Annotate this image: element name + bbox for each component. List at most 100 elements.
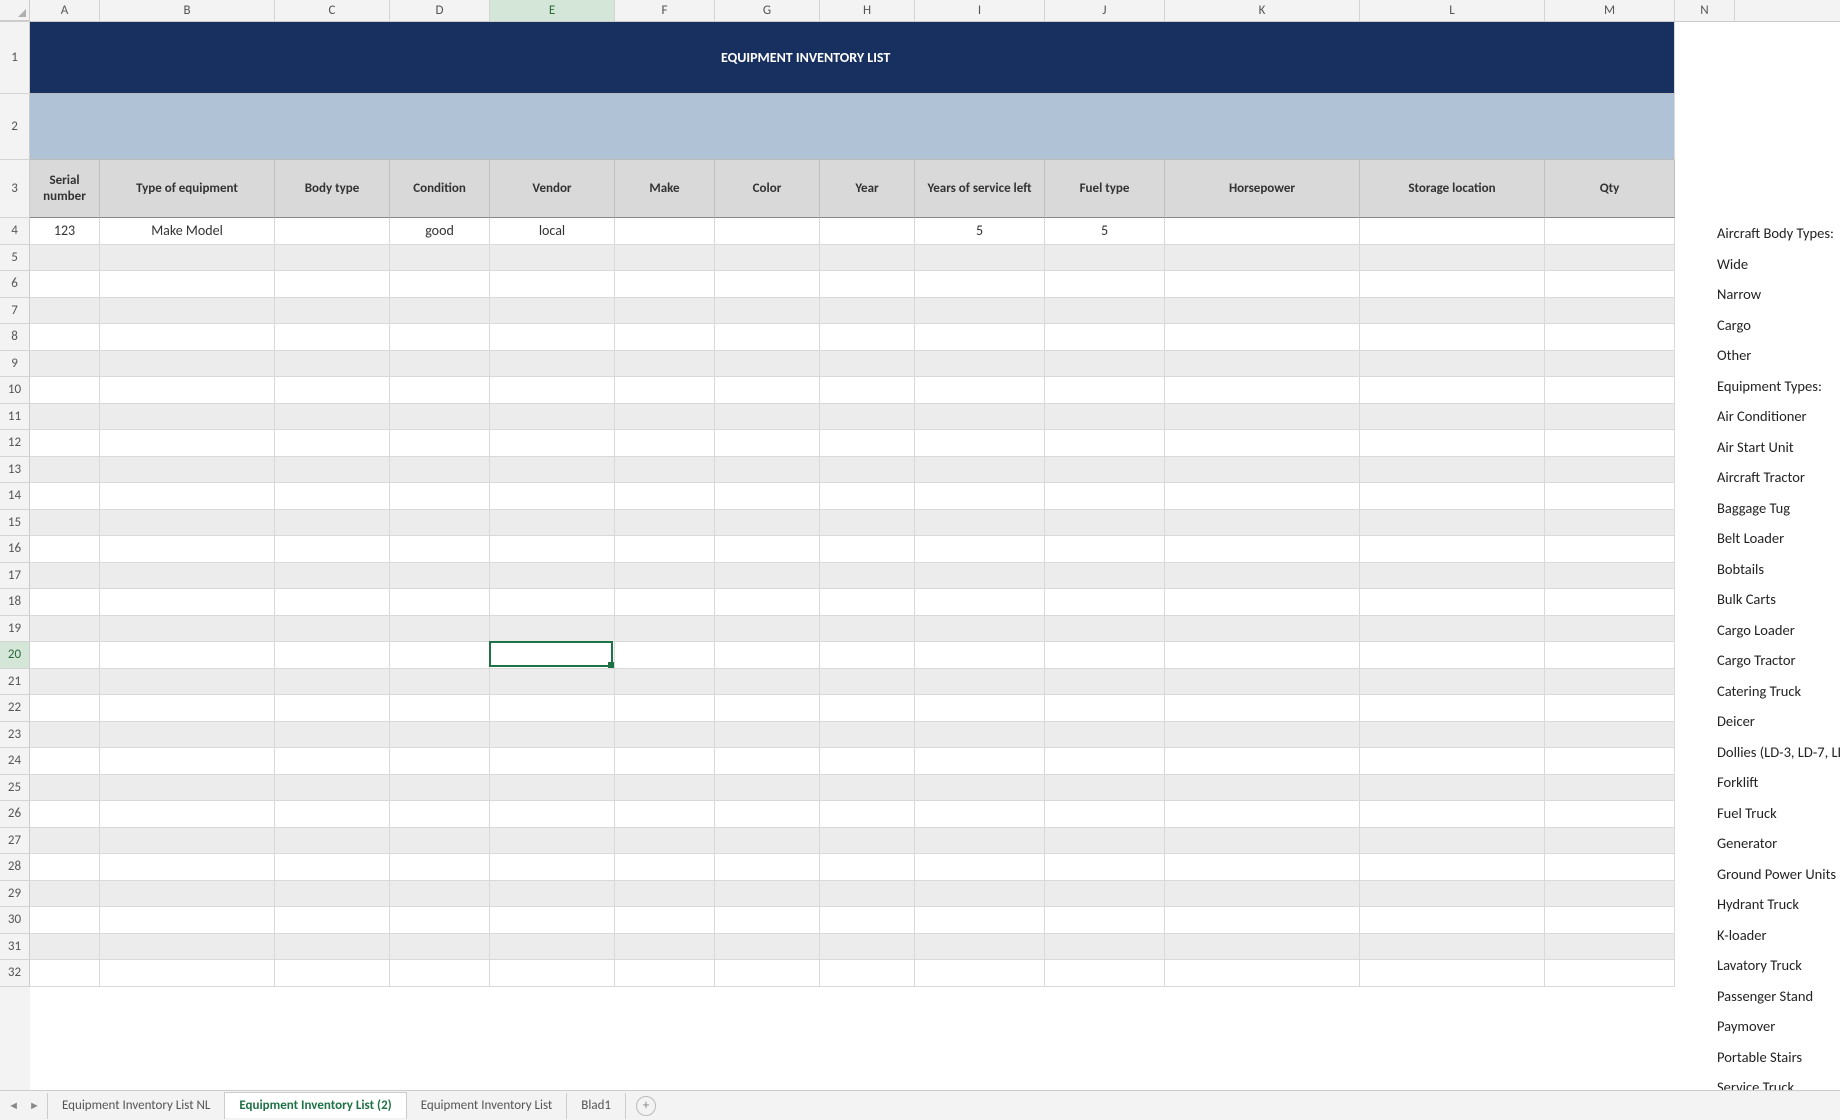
cell-B31[interactable] <box>100 934 275 961</box>
row-header-11[interactable]: 11 <box>0 404 30 431</box>
cell-M11[interactable] <box>1545 404 1675 431</box>
cell-C12[interactable] <box>275 430 390 457</box>
cell-G10[interactable] <box>715 377 820 404</box>
cell-H28[interactable] <box>820 854 915 881</box>
cell-J6[interactable] <box>1045 271 1165 298</box>
cell-F16[interactable] <box>615 536 715 563</box>
cell-A25[interactable] <box>30 775 100 802</box>
cell-L8[interactable] <box>1360 324 1545 351</box>
cell-F5[interactable] <box>615 245 715 272</box>
cell-A16[interactable] <box>30 536 100 563</box>
cell-I16[interactable] <box>915 536 1045 563</box>
cell-K14[interactable] <box>1165 483 1360 510</box>
cell-G22[interactable] <box>715 695 820 722</box>
cell-I13[interactable] <box>915 457 1045 484</box>
cell-C30[interactable] <box>275 907 390 934</box>
cell-A11[interactable] <box>30 404 100 431</box>
cell-J9[interactable] <box>1045 351 1165 378</box>
cell-H7[interactable] <box>820 298 915 325</box>
row-header-14[interactable]: 14 <box>0 483 30 510</box>
cell-M21[interactable] <box>1545 669 1675 696</box>
cell-K25[interactable] <box>1165 775 1360 802</box>
cell-D4[interactable]: good <box>390 218 490 245</box>
cell-C17[interactable] <box>275 563 390 590</box>
row-header-12[interactable]: 12 <box>0 430 30 457</box>
cell-H26[interactable] <box>820 801 915 828</box>
row-header-22[interactable]: 22 <box>0 695 30 722</box>
cell-C18[interactable] <box>275 589 390 616</box>
cell-D22[interactable] <box>390 695 490 722</box>
cell-H17[interactable] <box>820 563 915 590</box>
cell-H10[interactable] <box>820 377 915 404</box>
cell-B19[interactable] <box>100 616 275 643</box>
cell-E19[interactable] <box>490 616 615 643</box>
cell-H5[interactable] <box>820 245 915 272</box>
cell-K29[interactable] <box>1165 881 1360 908</box>
cell-J31[interactable] <box>1045 934 1165 961</box>
cell-M31[interactable] <box>1545 934 1675 961</box>
cell-F12[interactable] <box>615 430 715 457</box>
cell-A24[interactable] <box>30 748 100 775</box>
cell-J13[interactable] <box>1045 457 1165 484</box>
row-header-5[interactable]: 5 <box>0 245 30 272</box>
cell-D5[interactable] <box>390 245 490 272</box>
cell-C28[interactable] <box>275 854 390 881</box>
cell-A1[interactable] <box>30 22 100 94</box>
cell-G26[interactable] <box>715 801 820 828</box>
cell-E11[interactable] <box>490 404 615 431</box>
cell-I32[interactable] <box>915 960 1045 987</box>
cell-J23[interactable] <box>1045 722 1165 749</box>
cell-L18[interactable] <box>1360 589 1545 616</box>
cell-G5[interactable] <box>715 245 820 272</box>
cell-I28[interactable] <box>915 854 1045 881</box>
cell-C29[interactable] <box>275 881 390 908</box>
cell-K27[interactable] <box>1165 828 1360 855</box>
col-header-H[interactable]: H <box>820 0 915 21</box>
cell-I26[interactable] <box>915 801 1045 828</box>
cell-J27[interactable] <box>1045 828 1165 855</box>
row-header-30[interactable]: 30 <box>0 907 30 934</box>
cell-B20[interactable] <box>100 642 275 669</box>
cell-L14[interactable] <box>1360 483 1545 510</box>
cell-M16[interactable] <box>1545 536 1675 563</box>
cell-A17[interactable] <box>30 563 100 590</box>
cell-J26[interactable] <box>1045 801 1165 828</box>
cell-C22[interactable] <box>275 695 390 722</box>
cell-E15[interactable] <box>490 510 615 537</box>
row-header-24[interactable]: 24 <box>0 748 30 775</box>
col-header-K[interactable]: K <box>1165 0 1360 21</box>
cell-B27[interactable] <box>100 828 275 855</box>
cell-E8[interactable] <box>490 324 615 351</box>
cell-D26[interactable] <box>390 801 490 828</box>
cell-M17[interactable] <box>1545 563 1675 590</box>
cell-B5[interactable] <box>100 245 275 272</box>
cell-H16[interactable] <box>820 536 915 563</box>
cell-G31[interactable] <box>715 934 820 961</box>
cell-D17[interactable] <box>390 563 490 590</box>
row-header-19[interactable]: 19 <box>0 616 30 643</box>
cell-I18[interactable] <box>915 589 1045 616</box>
cell-E6[interactable] <box>490 271 615 298</box>
cell-H19[interactable] <box>820 616 915 643</box>
cell-B8[interactable] <box>100 324 275 351</box>
col-header-N[interactable]: N <box>1675 0 1735 21</box>
cell-D11[interactable] <box>390 404 490 431</box>
cell-C16[interactable] <box>275 536 390 563</box>
cell-M10[interactable] <box>1545 377 1675 404</box>
cell-K4[interactable] <box>1165 218 1360 245</box>
cell-G25[interactable] <box>715 775 820 802</box>
cell-K11[interactable] <box>1165 404 1360 431</box>
cell-I6[interactable] <box>915 271 1045 298</box>
cell-L19[interactable] <box>1360 616 1545 643</box>
cell-D1[interactable] <box>390 22 490 94</box>
cell-I21[interactable] <box>915 669 1045 696</box>
cell-J32[interactable] <box>1045 960 1165 987</box>
row-header-31[interactable]: 31 <box>0 934 30 961</box>
cell-A32[interactable] <box>30 960 100 987</box>
cell-I14[interactable] <box>915 483 1045 510</box>
cell-G8[interactable] <box>715 324 820 351</box>
cell-B4[interactable]: Make Model <box>100 218 275 245</box>
cell-J12[interactable] <box>1045 430 1165 457</box>
cell-C8[interactable] <box>275 324 390 351</box>
cell-B6[interactable] <box>100 271 275 298</box>
